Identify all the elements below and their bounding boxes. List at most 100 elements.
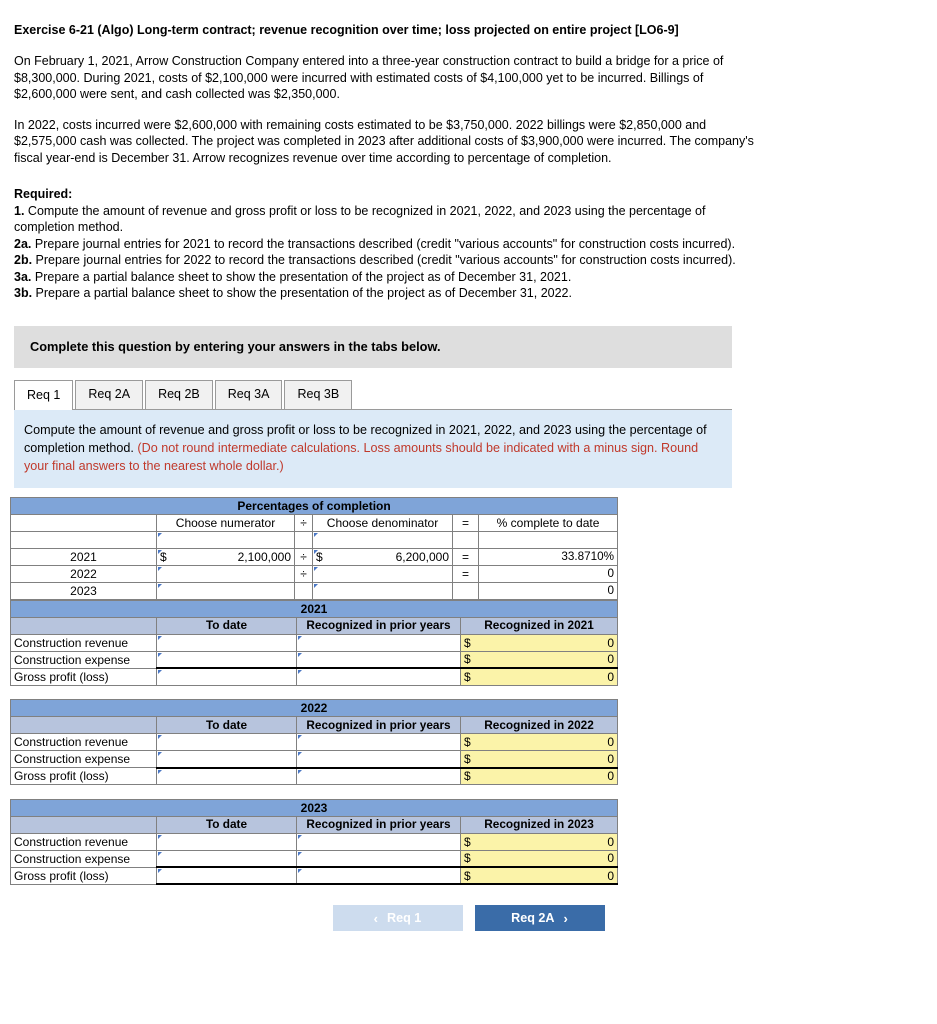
row-2023-denominator-select[interactable] [312,581,453,600]
section-2022-expense-recognized[interactable]: $ 0 [459,750,619,768]
section-2021-revenue-dollar: $ [464,635,471,650]
row-2022-denominator-select[interactable] [312,564,453,583]
row-0-year [10,530,157,549]
section-2021-prior: Recognized in prior years [296,616,461,635]
section-2021-gross-recognized[interactable]: $ 0 [459,667,619,686]
table-row: 2023 0 [10,581,619,600]
next-req-label: Req 2A [511,911,555,925]
section-2022-label-gross-profit: Gross profit (loss) [10,767,157,785]
section-2022-label-expense: Construction expense [10,750,157,768]
tab-req-1[interactable]: Req 1 [14,379,74,410]
section-2022-prior: Recognized in prior years [296,716,461,734]
row-2022-op-equals: = [452,564,479,583]
section-title-row: 2023 [9,798,619,817]
section-2023-revenue-prior[interactable] [296,832,461,851]
section-2023-revenue-recognized[interactable]: $ 0 [459,832,619,851]
exercise-page: Exercise 6-21 (Algo) Long-term contract;… [0,0,937,1024]
section-2023-gross-prior[interactable] [296,866,461,885]
section-2021-revenue-recognized[interactable]: $ 0 [459,633,619,652]
row-2023-year: 2023 [10,581,157,600]
table-row: Construction revenue $ 0 [10,832,619,851]
section-2023-revenue-value: 0 [607,834,615,849]
row-0-op-divide [294,530,313,549]
section-2022-revenue-prior[interactable] [296,733,461,751]
row-2021-numerator-cell[interactable]: $ 2,100,000 [156,547,295,566]
section-2021-expense-prior[interactable] [296,650,461,669]
section-2023-label-expense: Construction expense [10,849,157,868]
section-2023-gross-recognized[interactable]: $ 0 [459,866,619,885]
section-2022-gross-recognized[interactable]: $ 0 [459,766,619,785]
row-2023-numerator-select[interactable] [156,581,295,600]
year-section-2023: 2023 To date Recognized in prior years R… [9,798,619,885]
section-2021-expense-todate[interactable] [156,650,297,669]
section-2021-blank [10,616,157,635]
section-2022-gross-dollar: $ [464,769,471,784]
requirement-3a: 3a. Prepare a partial balance sheet to s… [14,269,572,284]
section-2022-gross-todate[interactable] [156,766,297,785]
section-2023-gross-dollar: $ [464,868,471,883]
row-2022-percent: 0 [477,564,619,583]
row-0-denominator-select[interactable] [312,530,453,549]
section-2023-label-revenue: Construction revenue [10,832,157,851]
table-row: Construction expense $ 0 [10,750,619,768]
section-2023-expense-prior[interactable] [296,849,461,868]
section-2021-gross-todate[interactable] [156,667,297,686]
section-2023-label-gross-profit: Gross profit (loss) [10,866,157,885]
tab-req-2a[interactable]: Req 2A [75,379,144,409]
section-2022-revenue-todate[interactable] [156,733,297,751]
table-row: Construction expense $ 0 [10,849,619,868]
section-2022-expense-todate[interactable] [156,750,297,768]
requirement-1: 1. Compute the amount of revenue and gro… [14,203,706,235]
table-row: Gross profit (loss) $ 0 [10,866,619,885]
section-title-row: 2021 [9,599,619,618]
problem-paragraph-2: In 2022, costs incurred were $2,600,000 … [14,117,754,165]
tab-req-3b[interactable]: Req 3B [284,379,353,409]
section-2022-gross-prior[interactable] [296,766,461,785]
section-spacer [10,784,618,799]
section-2023-expense-todate[interactable] [156,849,297,868]
table-row [10,530,619,549]
requirement-2a: 2a. Prepare journal entries for 2021 to … [14,236,736,251]
row-2022-numerator-select[interactable] [156,564,295,583]
section-2023-blank [10,815,157,834]
section-2022-revenue-recognized[interactable]: $ 0 [459,733,619,751]
section-2023-to-date: To date [156,815,297,834]
section-2023-prior: Recognized in prior years [296,815,461,834]
section-2023-expense-recognized[interactable]: $ 0 [459,849,619,868]
tab-req-3a[interactable]: Req 3A [214,379,283,409]
tab-req-2b[interactable]: Req 2B [145,379,213,409]
section-2022-revenue-dollar: $ [464,735,471,749]
section-2023-gross-todate[interactable] [156,866,297,885]
header-blank [10,513,157,532]
table-row: Gross profit (loss) $ 0 [10,766,619,785]
table-row: Gross profit (loss) $ 0 [10,667,619,686]
percentages-title: Percentages of completion [9,496,619,515]
section-2022-expense-prior[interactable] [296,750,461,768]
row-2021-year: 2021 [10,547,157,566]
row-0-numerator-select[interactable] [156,530,295,549]
row-2021-numerator-value: 2,100,000 [237,549,291,564]
section-2023-revenue-todate[interactable] [156,832,297,851]
complete-question-banner: Complete this question by entering your … [14,325,732,368]
row-2022-op-divide: ÷ [294,564,313,583]
section-2021-revenue-todate[interactable] [156,633,297,652]
header-numerator: Choose numerator [156,513,295,532]
section-2021-revenue-prior[interactable] [296,633,461,652]
section-header-row: To date Recognized in prior years Recogn… [10,815,619,834]
table-header-row: Choose numerator ÷ Choose denominator = … [10,513,619,532]
section-header-row: To date Recognized in prior years Recogn… [10,716,619,734]
section-2021-recognized: Recognized in 2021 [459,616,619,635]
row-2021-denominator-cell[interactable]: $ 6,200,000 [312,547,453,566]
section-2022-expense-dollar: $ [464,751,471,766]
required-heading: Required: [14,187,73,201]
prev-req-button[interactable]: ‹ Req 1 [332,905,463,931]
section-2021-expense-recognized[interactable]: $ 0 [459,650,619,669]
section-2021-gross-prior[interactable] [296,667,461,686]
section-title-row: 2022 [9,699,619,717]
section-2022-label-revenue: Construction revenue [10,733,157,751]
section-2023-expense-dollar: $ [464,851,471,866]
section-2022-expense-value: 0 [607,751,615,766]
next-req-button[interactable]: Req 2A › [474,905,605,931]
section-2023-expense-value: 0 [607,851,615,866]
section-2022-year: 2022 [9,699,619,717]
